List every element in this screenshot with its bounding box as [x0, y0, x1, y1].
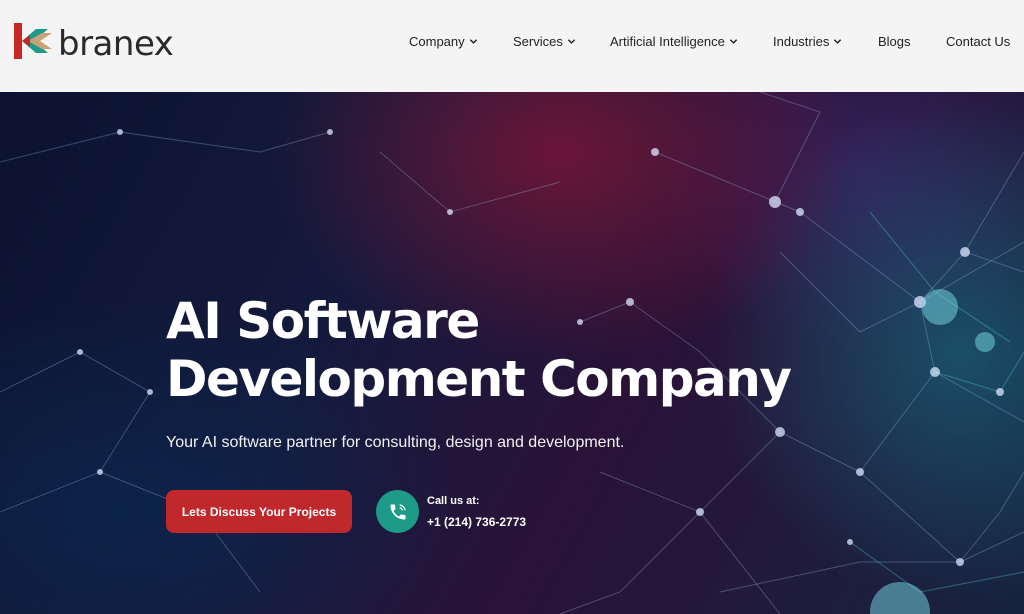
- site-header: branex Company Services Artificial Intel…: [0, 0, 1024, 92]
- nav-item-label: Artificial Intelligence: [610, 34, 725, 49]
- hero-title-line2: Development Company: [166, 350, 792, 408]
- nav-item-label: Services: [513, 34, 563, 49]
- call-phone-number[interactable]: +1 (214) 736-2773: [427, 515, 526, 529]
- nav-item-company[interactable]: Company: [409, 34, 478, 49]
- chevron-down-icon: [469, 39, 477, 44]
- call-button[interactable]: [376, 490, 419, 533]
- nav-item-artificial-intelligence[interactable]: Artificial Intelligence: [610, 34, 738, 49]
- chevron-down-icon: [567, 39, 576, 44]
- nav-item-label: Contact Us: [946, 34, 1011, 49]
- nav-item-contact-us[interactable]: Contact Us: [946, 34, 1010, 49]
- nav-item-label: Company: [409, 34, 465, 49]
- chevron-down-icon: [834, 39, 842, 44]
- main-nav: Company Services Artificial Intelligence…: [0, 34, 1024, 52]
- nav-item-label: Blogs: [878, 34, 911, 49]
- phone-icon: [390, 503, 406, 519]
- chevron-down-icon: [729, 39, 738, 44]
- call-label: Call us at:: [427, 495, 480, 507]
- hero-title-line1: AI Software: [166, 292, 480, 350]
- nav-item-services[interactable]: Services: [513, 34, 576, 49]
- nav-item-label: Industries: [773, 34, 830, 49]
- hero-subtitle: Your AI software partner for consulting,…: [166, 434, 625, 451]
- nav-item-blogs[interactable]: Blogs: [878, 34, 911, 49]
- nav-item-industries[interactable]: Industries: [773, 34, 842, 49]
- hero-title: AI Software Development Company: [166, 292, 866, 408]
- hero-section: AI Software Development Company Your AI …: [0, 92, 1024, 614]
- discuss-projects-button[interactable]: Lets Discuss Your Projects: [166, 490, 352, 533]
